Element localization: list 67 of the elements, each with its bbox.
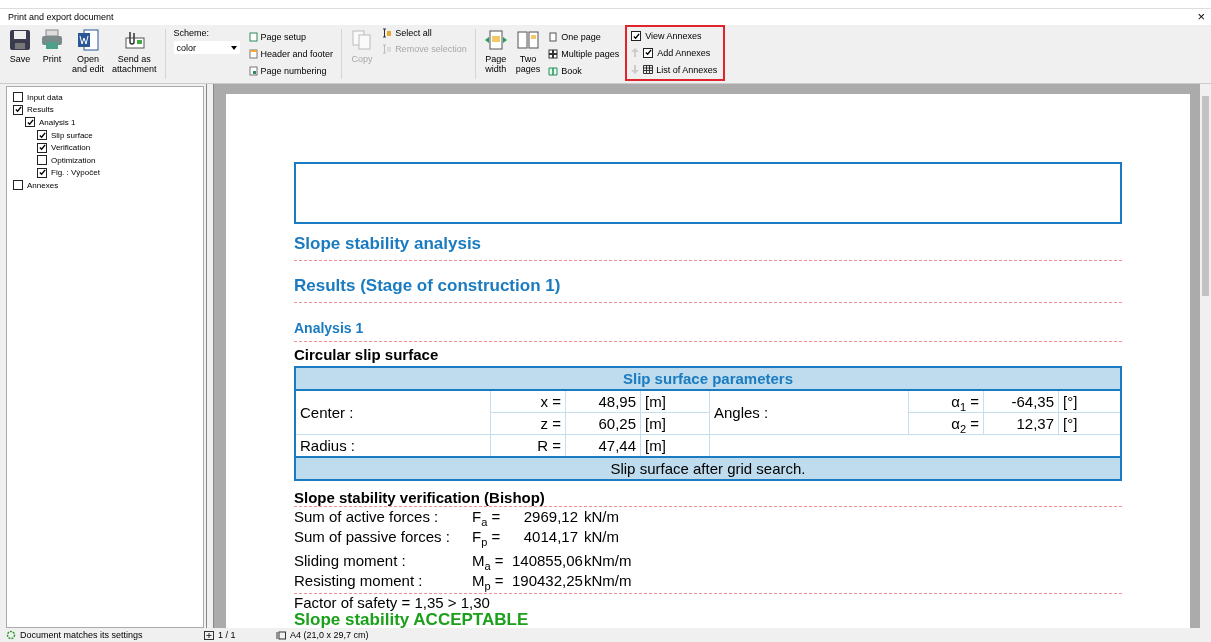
toolbar-button[interactable]: Open and edit <box>70 25 107 83</box>
unit: kN/m <box>584 507 620 527</box>
result-value: 140855,06 <box>512 551 584 571</box>
symbol: M$_{a}$ = <box>472 551 505 571</box>
toolbar-button[interactable]: One page <box>548 31 620 42</box>
tree-item[interactable]: Optimization <box>51 155 96 165</box>
symbol: M$_{p}$ = <box>472 571 505 591</box>
toolbar-button[interactable]: Book <box>548 66 620 77</box>
section-heading: Analysis 1 <box>294 320 364 336</box>
toolbar-button[interactable]: Send as attachment <box>110 25 159 83</box>
toolbar-button[interactable]: List of Annexes <box>643 64 718 75</box>
symbol: F$_{p}$ = <box>472 527 502 547</box>
tree-item[interactable]: Slip surface <box>51 130 93 140</box>
result-value: 190432,25 <box>512 571 584 591</box>
unit: kNm/m <box>584 571 633 591</box>
toolbar-button[interactable]: Print <box>38 25 66 83</box>
table-cell: Center : <box>295 390 491 435</box>
factor-of-safety: Factor of safety = 1,35 > 1,30 <box>294 593 1122 612</box>
result-label: Sliding moment : <box>294 551 407 571</box>
checkbox-label[interactable]: Add Annexes <box>657 48 711 58</box>
table-cell: 12,37 <box>983 412 1059 435</box>
result-value: 2969,12 <box>522 507 579 527</box>
toolbar-button[interactable]: Header and footer <box>247 49 334 59</box>
toolbar-button[interactable]: Page setup <box>247 31 334 42</box>
tree-item[interactable]: Fig. : Výpočet <box>51 168 100 178</box>
scheme-label: Scheme: <box>173 28 211 38</box>
result-label: Resisting moment : <box>294 571 424 591</box>
close-button[interactable]: × <box>1197 11 1205 23</box>
table-cell: z = <box>490 412 566 435</box>
tree-item[interactable]: Verification <box>51 143 91 153</box>
table-cell: 48,95 <box>565 390 641 413</box>
checkbox-label[interactable]: View Annexes <box>645 31 702 42</box>
tree-item[interactable]: Results <box>27 105 54 115</box>
table-title: Slip surface parameters <box>295 367 1121 390</box>
table-note: Slip surface after grid search. <box>295 457 1121 480</box>
tree-item[interactable]: Analysis 1 <box>39 118 76 127</box>
result-label: Sum of active forces : <box>294 507 440 527</box>
subsection-heading: Slope stability verification (Bishop) <box>294 489 1122 507</box>
document-title: Slope stability analysis <box>294 234 482 253</box>
symbol: F$_{a}$ = <box>472 507 502 527</box>
unit: kNm/m <box>584 551 633 571</box>
table-cell: x = <box>490 390 566 413</box>
symbol: α$_{1}$ = <box>951 393 979 410</box>
subsection-heading: Circular slip surface <box>294 346 440 364</box>
toolbar-button[interactable]: Select all <box>382 28 467 38</box>
result-label: Sum of passive forces : <box>294 527 451 547</box>
window-title: Print and export document <box>8 12 114 22</box>
toolbar-button[interactable]: Page numbering <box>247 66 334 77</box>
toolbar-button[interactable]: Multiple pages <box>548 49 620 59</box>
page-count: 1 / 1 <box>218 630 236 640</box>
verdict: Slope stability ACCEPTABLE <box>294 612 530 628</box>
tree-item[interactable]: Annexes <box>27 180 59 190</box>
status-message: Document matches its settings <box>20 630 143 640</box>
unit: kN/m <box>584 527 620 547</box>
result-value: 4014,17 <box>522 527 579 547</box>
table-cell: Angles : <box>709 390 909 435</box>
toolbar-button[interactable]: Two pages <box>513 25 543 83</box>
table-cell: [m] <box>640 390 710 413</box>
table-cell: -64,35 <box>983 390 1059 413</box>
table-cell: 60,25 <box>565 412 641 435</box>
symbol: α$_{2}$ = <box>951 415 979 432</box>
toolbar-button[interactable]: Save <box>6 25 34 83</box>
scheme-dropdown[interactable]: color <box>173 41 240 54</box>
paper-size: A4 (21,0 x 29,7 cm) <box>290 630 369 640</box>
section-heading: Results (Stage of construction 1) <box>294 276 561 295</box>
toolbar-button[interactable]: Page width <box>481 25 510 83</box>
tree-item[interactable]: Input data <box>27 92 63 102</box>
